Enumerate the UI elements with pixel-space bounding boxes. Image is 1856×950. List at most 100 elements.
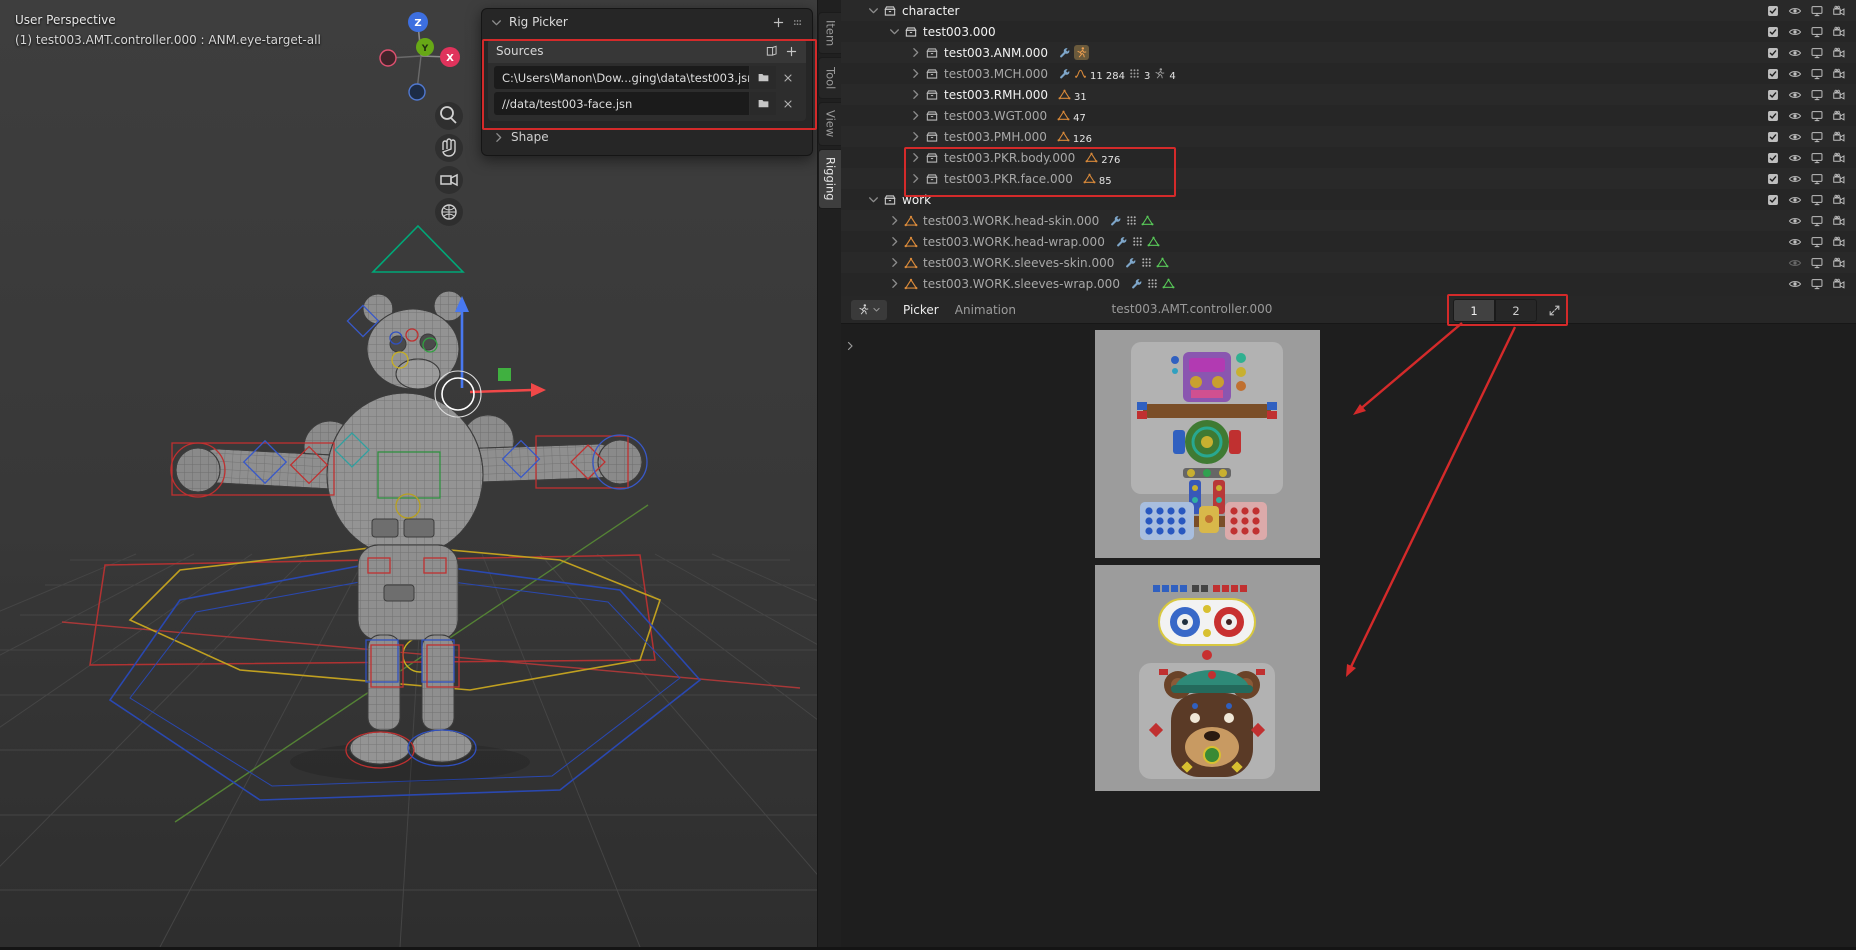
outliner-row[interactable]: test003.MCH.000 11 284 3 4 [841,63,1856,84]
hide-eye-icon[interactable] [1788,277,1802,291]
outliner-row[interactable]: test003.PKR.body.000 276 [841,147,1856,168]
mesh-data-icon [1141,214,1154,227]
add-source-icon[interactable] [785,45,798,58]
disable-viewport-icon[interactable] [1810,46,1824,60]
hide-eye-icon[interactable] [1788,235,1802,249]
disable-viewport-icon[interactable] [1810,109,1824,123]
tab-tool[interactable]: Tool [818,57,842,99]
hide-eye-icon[interactable] [1788,256,1802,270]
hide-eye-icon[interactable] [1788,25,1802,39]
picker-editor: Picker Animation test003.AMT.controller.… [841,296,1856,947]
exclude-checkbox[interactable] [1766,172,1780,186]
disable-render-icon[interactable] [1832,25,1846,39]
tab-item[interactable]: Item [818,12,842,54]
outliner-item-label: test003.PKR.body.000 [944,151,1075,165]
disable-render-icon[interactable] [1832,172,1846,186]
tab-view[interactable]: View [818,102,842,146]
remove-source-button[interactable] [776,92,800,115]
source-path-input[interactable]: //data/test003-face.jsn [494,92,749,115]
outliner-row[interactable]: test003.WORK.sleeves-wrap.000 [841,273,1856,294]
disable-viewport-icon[interactable] [1810,4,1824,18]
region-expand-chevron-icon[interactable] [844,340,856,352]
svg-text:Y: Y [421,44,429,54]
exclude-checkbox[interactable] [1766,151,1780,165]
outliner-item-label: test003.RMH.000 [944,88,1048,102]
disable-viewport-icon[interactable] [1810,130,1824,144]
disable-render-icon[interactable] [1832,151,1846,165]
disable-viewport-icon[interactable] [1810,151,1824,165]
disable-viewport-icon[interactable] [1810,25,1824,39]
disable-render-icon[interactable] [1832,256,1846,270]
hide-eye-icon[interactable] [1788,46,1802,60]
exclude-checkbox[interactable] [1766,130,1780,144]
exclude-checkbox[interactable] [1766,88,1780,102]
disable-render-icon[interactable] [1832,4,1846,18]
collapse-chevron-icon[interactable] [490,16,503,29]
disable-render-icon[interactable] [1832,193,1846,207]
hide-eye-icon[interactable] [1788,130,1802,144]
hide-eye-icon[interactable] [1788,172,1802,186]
outliner-row[interactable]: test003.PKR.face.000 85 [841,168,1856,189]
disable-render-icon[interactable] [1832,214,1846,228]
hide-eye-icon[interactable] [1788,67,1802,81]
outliner-item-label: test003.ANM.000 [944,46,1048,60]
browse-folder-button[interactable] [750,66,776,89]
disable-viewport-icon[interactable] [1810,235,1824,249]
viewport-perspective-label: User Perspective [15,13,116,27]
outliner-row[interactable]: test003.WGT.000 47 [841,105,1856,126]
outliner-row[interactable]: test003.000 [841,21,1856,42]
outliner-row[interactable]: test003.ANM.000 [841,42,1856,63]
fullscreen-button[interactable] [1543,300,1565,321]
exclude-checkbox[interactable] [1766,109,1780,123]
disable-render-icon[interactable] [1832,130,1846,144]
add-panel-icon[interactable] [772,16,785,29]
picker-page-2-image[interactable] [1095,565,1320,794]
library-icon[interactable] [765,44,779,58]
editor-type-button[interactable] [851,300,887,320]
svg-text:X: X [446,53,454,64]
hide-eye-icon[interactable] [1788,4,1802,18]
hide-eye-icon[interactable] [1788,214,1802,228]
disable-viewport-icon[interactable] [1810,256,1824,270]
tab-rigging[interactable]: Rigging [818,149,842,209]
outliner-row[interactable]: character [841,0,1856,21]
hide-eye-icon[interactable] [1788,88,1802,102]
outliner-row[interactable]: test003.WORK.head-skin.000 [841,210,1856,231]
disable-render-icon[interactable] [1832,46,1846,60]
hide-eye-icon[interactable] [1788,193,1802,207]
tab-animation[interactable]: Animation [955,303,1016,317]
disable-render-icon[interactable] [1832,235,1846,249]
disable-viewport-icon[interactable] [1810,88,1824,102]
outliner-row[interactable]: test003.RMH.000 31 [841,84,1856,105]
shape-subpanel-header[interactable]: Shape [482,125,812,149]
outliner-item-label: test003.WORK.sleeves-skin.000 [923,256,1114,270]
outliner-row[interactable]: test003.PMH.000 126 [841,126,1856,147]
disable-render-icon[interactable] [1832,277,1846,291]
remove-source-button[interactable] [776,66,800,89]
source-path-input[interactable]: C:\Users\Manon\Dow...ging\data\test003.j… [494,66,749,89]
disable-viewport-icon[interactable] [1810,277,1824,291]
outliner-row[interactable]: test003.WORK.sleeves-skin.000 [841,252,1856,273]
disable-render-icon[interactable] [1832,67,1846,81]
disable-viewport-icon[interactable] [1810,67,1824,81]
disable-viewport-icon[interactable] [1810,193,1824,207]
tab-picker[interactable]: Picker [903,303,939,317]
disable-render-icon[interactable] [1832,88,1846,102]
hide-eye-icon[interactable] [1788,151,1802,165]
hide-eye-icon[interactable] [1788,109,1802,123]
page-1-button[interactable]: 1 [1453,299,1495,322]
disable-render-icon[interactable] [1832,109,1846,123]
exclude-checkbox[interactable] [1766,25,1780,39]
outliner-row[interactable]: test003.WORK.head-wrap.000 [841,231,1856,252]
exclude-checkbox[interactable] [1766,67,1780,81]
outliner-row[interactable]: work [841,189,1856,210]
browse-folder-button[interactable] [750,92,776,115]
picker-page-1-image[interactable] [1095,330,1320,561]
page-2-button[interactable]: 2 [1495,299,1537,322]
panel-grip-icon[interactable] [791,16,804,29]
exclude-checkbox[interactable] [1766,193,1780,207]
disable-viewport-icon[interactable] [1810,172,1824,186]
exclude-checkbox[interactable] [1766,46,1780,60]
exclude-checkbox[interactable] [1766,4,1780,18]
disable-viewport-icon[interactable] [1810,214,1824,228]
